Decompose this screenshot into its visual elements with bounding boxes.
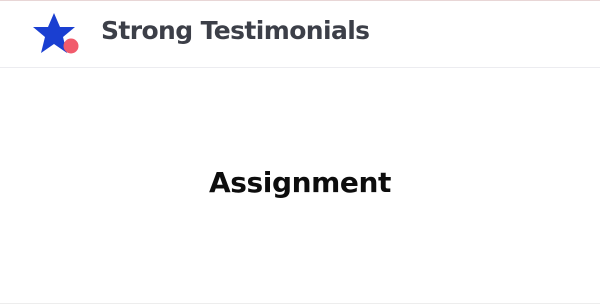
page: Strong Testimonials Assignment — [0, 0, 600, 304]
star-logo-icon[interactable] — [30, 9, 82, 59]
brand-name[interactable]: Strong Testimonials — [101, 16, 370, 45]
page-title: Assignment — [208, 166, 392, 199]
site-header: Strong Testimonials — [0, 1, 600, 68]
main-content: Assignment — [0, 68, 600, 304]
